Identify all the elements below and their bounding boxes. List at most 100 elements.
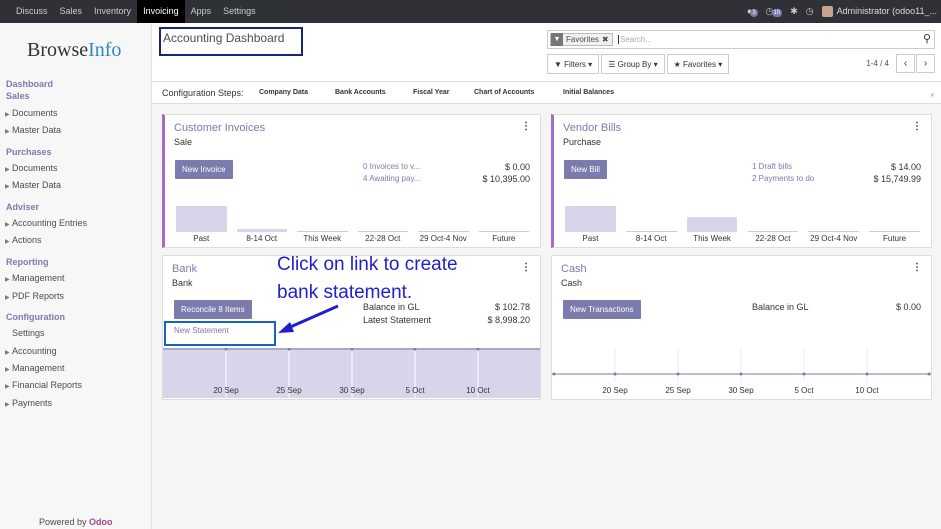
menu-invoicing[interactable]: Invoicing [137,0,185,23]
step-bank-accounts[interactable]: Bank Accounts [335,89,386,96]
chart-bar[interactable] [176,206,227,232]
invoices-to-validate-link[interactable]: 0 Invoices to v... [363,162,420,171]
step-fiscal-year[interactable]: Fiscal Year [413,89,449,96]
caret-right-icon: ▶ [5,367,10,373]
favorites-button[interactable]: ★ Favorites ▾ [666,54,730,74]
facet-label: Favorites [566,35,599,44]
step-initial-balances[interactable]: Initial Balances [563,89,614,96]
pager-value[interactable]: 1-4 / 4 [866,59,889,68]
sidebar-item-pdf-reports[interactable]: ▶ PDF Reports [5,291,64,301]
chart-category-label: This Week [303,234,342,243]
new-invoice-button[interactable]: New Invoice [175,160,233,179]
chart-bar[interactable] [418,231,469,232]
menu-sales[interactable]: Sales [54,0,89,23]
reconcile-items-button[interactable]: Reconcile 8 Items [174,300,252,319]
funnel-icon: ▼ [554,59,562,69]
sidebar-item-management-report[interactable]: ▶ Management [5,273,65,283]
kebab-menu-icon[interactable]: ⋮ [521,121,531,132]
caret-right-icon: ▶ [5,402,10,408]
date-tick: 5 Oct [405,386,425,395]
card-title[interactable]: Cash [561,263,587,275]
awaiting-payment-amount: $ 10,395.00 [482,174,530,184]
company-logo: BrowseInfo [27,39,122,61]
chart-bar[interactable] [686,217,738,232]
search-bar[interactable]: ▼ Favorites ✖ Search... ⚲ [547,30,935,49]
bank-balance-chart[interactable]: 20 Sep 25 Sep 30 Sep 5 Oct 10 Oct [163,348,540,400]
search-icon[interactable]: ⚲ [923,32,931,45]
chart-bar[interactable] [625,231,677,232]
chart-category-label: 29 Oct-4 Nov [810,234,858,243]
menu-settings[interactable]: Settings [217,0,262,23]
chart-bar[interactable] [357,231,408,232]
kebab-menu-icon[interactable]: ⋮ [521,262,531,273]
sidebar: BrowseInfo Dashboard Sales ▶ Documents ▶ M… [0,23,152,529]
menu-discuss[interactable]: Discuss [10,0,54,23]
sidebar-item-management[interactable]: ▶ Management [5,363,65,373]
card-title[interactable]: Vendor Bills [563,122,621,134]
chart-bar[interactable] [869,231,920,232]
new-transactions-button[interactable]: New Transactions [563,300,641,319]
avatar [821,6,833,18]
sidebar-item-actions[interactable]: ▶ Actions [5,235,42,245]
balance-in-gl-label: Balance in GL [752,302,809,312]
chart-bar[interactable] [236,229,287,232]
sidebar-item-sales-documents[interactable]: ▶ Documents [5,108,58,118]
sidebar-item-accounting-entries[interactable]: ▶ Accounting Entries [5,218,87,228]
menu-apps[interactable]: Apps [185,0,218,23]
balance-in-gl-amount: $ 102.78 [494,302,530,312]
chart-category-label: 22-28 Oct [365,234,401,243]
customer-invoices-chart[interactable]: Past 8-14 Oct This Week 22-28 Oct 29 Oct-4 N… [171,203,534,243]
facet-remove-icon[interactable]: ✖ [602,35,612,44]
chart-category-label: 8-14 Oct [246,234,278,243]
filters-button[interactable]: ▼ Filters ▾ [547,54,600,74]
vendor-bills-card: Vendor Bills Purchase ⋮ New Bill 1 Draft… [551,114,932,248]
sidebar-item-financial-reports[interactable]: ▶ Financial Reports [5,380,82,390]
pager-previous-button[interactable]: ‹ [896,54,915,73]
bug-icon[interactable]: ✱ [790,6,798,17]
groupby-button[interactable]: ☰ Group By ▾ [601,54,665,74]
card-title[interactable]: Customer Invoices [174,122,265,134]
step-company-data[interactable]: Company Data [259,89,308,96]
awaiting-payment-link[interactable]: 4 Awaiting pay... [363,174,421,183]
vendor-bills-chart[interactable]: Past 8-14 Oct This Week 22-28 Oct 29 Oct-4 N… [560,203,925,243]
step-chart-of-accounts[interactable]: Chart of Accounts [474,89,534,96]
user-menu[interactable]: Administrator (odoo11_... [821,6,941,18]
sidebar-item-dashboard[interactable]: Dashboard [6,79,53,89]
annotation-arrow-icon [278,304,339,333]
menu-inventory[interactable]: Inventory [88,0,137,23]
chart-bar[interactable] [297,231,348,232]
filter-icon: ▼ [551,33,563,46]
sidebar-item-sales-master-data[interactable]: ▶ Master Data [5,125,61,135]
sidebar-item-payments[interactable]: ▶ Payments [5,398,52,408]
kebab-menu-icon[interactable]: ⋮ [912,121,922,132]
chart-bar[interactable] [808,231,860,232]
payments-to-do-amount: $ 15,749.99 [873,174,921,184]
kebab-menu-icon[interactable]: ⋮ [912,262,922,273]
cash-balance-chart[interactable]: 20 Sep 25 Sep 30 Sep 5 Oct 10 Oct [552,348,931,400]
sidebar-section-reporting: Reporting [6,257,49,267]
payments-to-do-link[interactable]: 2 Payments to do [752,174,814,183]
card-title[interactable]: Bank [172,263,197,275]
sidebar-item-accounting[interactable]: ▶ Accounting [5,346,57,356]
chevron-left-icon: ‹ [903,58,908,69]
chart-bar[interactable] [565,206,616,232]
sidebar-item-purchases-documents[interactable]: ▶ Documents [5,163,58,173]
sidebar-item-purchases-master-data[interactable]: ▶ Master Data [5,180,61,190]
new-bill-button[interactable]: New Bill [564,160,607,179]
search-input[interactable]: Search... [618,35,652,44]
pager-next-button[interactable]: › [916,54,935,73]
odoo-link[interactable]: Odoo [89,517,113,527]
activity-icon[interactable]: ◷10 [766,6,783,17]
sidebar-item-settings[interactable]: Settings [12,328,45,338]
date-tick: 25 Sep [665,386,691,395]
caret-right-icon: ▶ [5,222,10,228]
clock-icon[interactable]: ◷ [806,6,814,17]
top-navbar: Discuss Sales Inventory Invoicing Apps S… [0,0,941,23]
chart-bar[interactable] [747,231,799,232]
chart-category-label: 22-28 Oct [755,234,791,243]
chart-bar[interactable] [478,231,529,232]
draft-bills-link[interactable]: 1 Draft bills [752,162,792,171]
chat-icon[interactable]: ●3 [747,6,758,17]
close-icon[interactable]: × [930,90,935,100]
search-facet[interactable]: ▼ Favorites ✖ [550,33,613,46]
